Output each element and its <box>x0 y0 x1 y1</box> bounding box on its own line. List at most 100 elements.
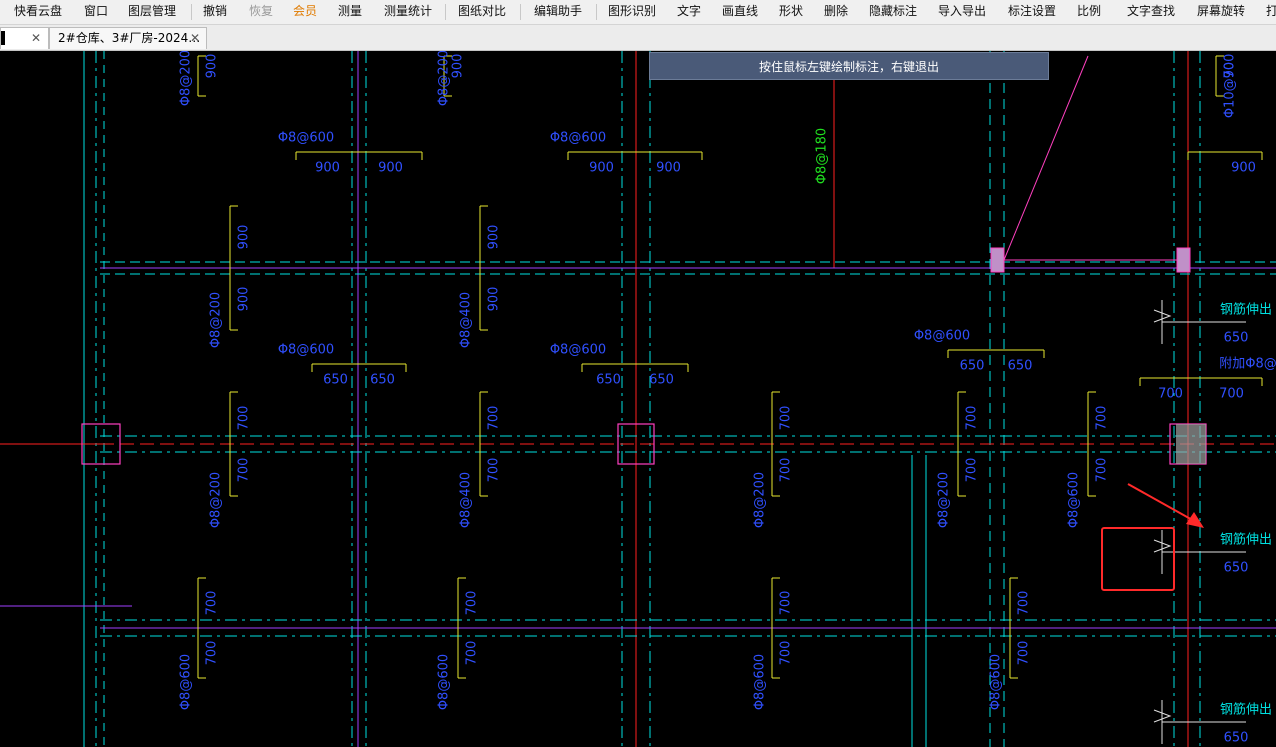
rebar-spec-label: Φ8@600 <box>550 131 606 146</box>
tab-drawing-2[interactable]: 2#仓库、3#厂房-2024… ✕ <box>49 27 207 49</box>
menu-recognize[interactable]: 图形识别 <box>608 0 656 24</box>
dimension-label: 900 <box>237 225 252 250</box>
rebar-spec-label: Φ8@400 <box>459 292 474 348</box>
dimension-label: 900 <box>589 161 614 176</box>
menu-print[interactable]: 打 <box>1266 0 1276 24</box>
menu-separator <box>445 4 446 20</box>
menu-delete[interactable]: 删除 <box>824 0 848 24</box>
menu-line[interactable]: 画直线 <box>722 0 758 24</box>
dimension-label: 700 <box>237 458 252 483</box>
menu-import_export[interactable]: 导入导出 <box>938 0 986 24</box>
dimension-label: 700 <box>779 641 794 666</box>
menu-hide_mark[interactable]: 隐藏标注 <box>869 0 917 24</box>
rebar-spec-label: Φ8@600 <box>179 654 194 710</box>
menu-mark_settings[interactable]: 标注设置 <box>1008 0 1056 24</box>
dimension-label: 700 <box>779 458 794 483</box>
dimension-label: 700 <box>465 591 480 616</box>
dimension-label: 900 <box>1231 161 1256 176</box>
menu-layers[interactable]: 图层管理 <box>128 0 176 24</box>
annotation-arrowhead <box>1186 512 1204 528</box>
column-fill <box>1176 424 1206 464</box>
dimension-label: 700 <box>1095 406 1110 431</box>
column-marker <box>990 247 1005 273</box>
dimension-label: 700 <box>1219 387 1244 402</box>
tooltip-hint: 按住鼠标左键绘制标注，右键退出 <box>649 52 1049 80</box>
note-text: 钢筋伸出 <box>1220 702 1272 718</box>
rebar-spec-label: Φ8@600 <box>989 654 1004 710</box>
rebar-spec-label: Φ8@200 <box>753 472 768 528</box>
dimension-label: 900 <box>205 54 220 79</box>
annotation-box <box>1101 527 1175 591</box>
menu-compare[interactable]: 图纸对比 <box>458 0 506 24</box>
menu-shape[interactable]: 形状 <box>779 0 803 24</box>
menu-separator <box>191 4 192 20</box>
note-text: 钢筋伸出 <box>1220 302 1272 318</box>
menu-scale[interactable]: 比例 <box>1077 0 1101 24</box>
rebar-spec-label: Φ8@600 <box>278 343 334 358</box>
rebar-spec-label: Φ8@600 <box>914 329 970 344</box>
note-text: 钢筋伸出 <box>1220 532 1272 548</box>
dimension-label: 700 <box>1158 387 1183 402</box>
menu-separator <box>520 4 521 20</box>
dimension-label: 700 <box>487 458 502 483</box>
dimension-label: 700 <box>205 641 220 666</box>
tab-bar: ✕ 2#仓库、3#厂房-2024… ✕ <box>0 25 1276 51</box>
dimension-label: 650 <box>323 373 348 388</box>
rebar-spec-label: Φ8@200 <box>209 472 224 528</box>
rebar-spec-label: 附加Φ8@ <box>1219 357 1276 372</box>
menu-bar: 快看云盘 窗口 图层管理 撤销 恢复 会员 测量 测量统计 图纸对比 编辑助手 图形识别 文字 画直线形… <box>0 0 1276 25</box>
menu-window[interactable]: 窗口 <box>84 0 108 24</box>
tab-current[interactable]: ✕ <box>0 27 49 49</box>
dimension-label: 900 <box>315 161 340 176</box>
menu-cloud[interactable]: 快看云盘 <box>14 0 62 24</box>
dimension-label: 650 <box>649 373 674 388</box>
dimension-label: 900 <box>487 287 502 312</box>
dimension-label: 700 <box>1095 458 1110 483</box>
drawing-canvas[interactable]: 900Φ8@200 900Φ8@200900900Φ8@200900900Φ8@4… <box>0 51 1276 747</box>
menu-find_text[interactable]: 文字查找 <box>1127 0 1175 24</box>
menu-undo[interactable]: 撤销 <box>203 0 227 24</box>
column-marker <box>1176 247 1191 273</box>
dimension-label: 700 <box>779 591 794 616</box>
dimension-label: 650 <box>370 373 395 388</box>
rebar-spec-label: Φ8@400 <box>459 472 474 528</box>
menu-measure[interactable]: 测量 <box>338 0 362 24</box>
dimension-label: 700 <box>1017 591 1032 616</box>
dimension-label: 900 <box>378 161 403 176</box>
rebar-spec-label: Φ8@600 <box>753 654 768 710</box>
close-icon[interactable]: ✕ <box>190 28 200 48</box>
tab-drawing-2-label: 2#仓库、3#厂房-2024… <box>58 31 201 45</box>
dimension-label: 650 <box>1224 561 1249 576</box>
menu-assistant[interactable]: 编辑助手 <box>534 0 582 24</box>
dimension-label: 900 <box>451 54 466 79</box>
menu-redo[interactable]: 恢复 <box>249 0 273 24</box>
dimension-label: 700 <box>965 406 980 431</box>
menu-vip[interactable]: 会员 <box>293 0 317 24</box>
dimension-label: 650 <box>1008 359 1033 374</box>
close-icon[interactable]: ✕ <box>31 28 41 48</box>
dimension-label: 650 <box>1224 331 1249 346</box>
rebar-spec-label: Φ10@70 <box>1223 62 1238 118</box>
rebar-spec-label: Φ8@200 <box>179 51 194 106</box>
menu-separator <box>596 4 597 20</box>
dimension-label: 900 <box>656 161 681 176</box>
dimension-label: 700 <box>965 458 980 483</box>
dimension-label: 700 <box>779 406 794 431</box>
rebar-spec-label: Φ8@180 <box>815 128 830 184</box>
menu-rotate[interactable]: 屏幕旋转 <box>1197 0 1245 24</box>
rebar-spec-label: Φ8@200 <box>937 472 952 528</box>
menu-text[interactable]: 文字 <box>677 0 701 24</box>
menu-measure_stats[interactable]: 测量统计 <box>384 0 432 24</box>
dimension-label: 900 <box>487 225 502 250</box>
rebar-spec-label: Φ8@600 <box>1067 472 1082 528</box>
dimension-label: 900 <box>237 287 252 312</box>
slab-diagonal-line <box>1003 55 1089 261</box>
rebar-spec-label: Φ8@600 <box>550 343 606 358</box>
rebar-spec-label: Φ8@200 <box>437 51 452 106</box>
rebar-spec-label: Φ8@200 <box>209 292 224 348</box>
dimension-label: 700 <box>1017 641 1032 666</box>
dimension-label: 700 <box>237 406 252 431</box>
dimension-label: 700 <box>205 591 220 616</box>
annotation-arrow <box>1127 483 1197 523</box>
dimension-label: 650 <box>1224 731 1249 746</box>
